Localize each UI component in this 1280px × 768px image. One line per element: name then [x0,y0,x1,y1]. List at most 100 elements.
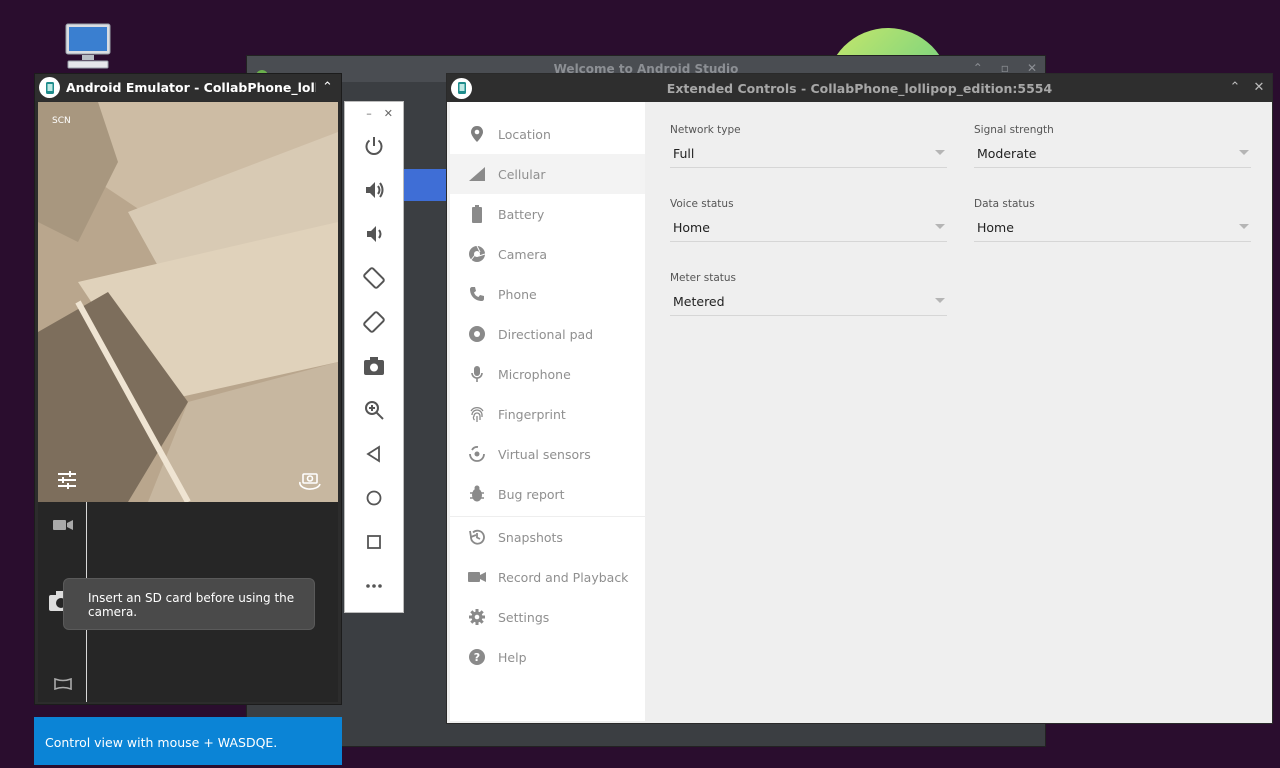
nav-label: Directional pad [498,326,594,342]
viewfinder-scene [38,102,338,502]
data-status-select[interactable]: Home [974,220,1251,242]
nav-label: Battery [498,206,545,222]
control-hint-banner: Control view with mouse + WASDQE. [34,717,342,765]
meter-status-value: Metered [673,294,725,309]
rotate-left-icon[interactable] [360,264,388,292]
sensors-icon [468,445,486,463]
dropdown-arrow-icon [1239,224,1249,229]
location-pin-icon [468,125,486,143]
nav-battery[interactable]: Battery [450,194,645,234]
close-icon[interactable]: ✕ [384,107,393,126]
nav-camera[interactable]: Camera [450,234,645,274]
scene-mode-label: SCN [52,116,71,126]
nav-phone[interactable]: Phone [450,274,645,314]
nav-label: Virtual sensors [498,446,591,462]
bug-icon [468,485,486,503]
home-icon[interactable] [360,484,388,512]
computer-desktop-icon[interactable] [62,22,114,70]
camera-viewfinder[interactable]: SCN [38,102,338,502]
fingerprint-icon [468,405,486,423]
power-icon[interactable] [360,132,388,160]
network-type-label: Network type [670,124,741,136]
switch-camera-icon[interactable] [298,470,322,494]
phone-icon [468,285,486,303]
nav-help[interactable]: ? Help [450,637,645,677]
extended-controls-sidebar: Location Cellular Battery Camera Phone D… [450,102,645,721]
overview-icon[interactable] [360,528,388,556]
back-icon[interactable] [360,440,388,468]
nav-label: Help [498,649,527,665]
svg-text:?: ? [474,651,480,664]
dropdown-arrow-icon [935,224,945,229]
voice-status-select[interactable]: Home [670,220,947,242]
panorama-mode-icon[interactable] [54,675,72,694]
voice-status-value: Home [673,220,710,235]
meter-status-label: Meter status [670,272,737,284]
nav-cellular[interactable]: Cellular [450,154,645,194]
network-type-select[interactable]: Full [670,146,947,168]
dropdown-arrow-icon [1239,150,1249,155]
nav-label: Bug report [498,486,565,502]
nav-label: Fingerprint [498,406,566,422]
video-mode-icon[interactable] [53,517,73,536]
sd-card-toast: Insert an SD card before using the camer… [63,578,315,630]
signal-strength-label: Signal strength [974,124,1054,136]
nav-label: Microphone [498,366,571,382]
nav-microphone[interactable]: Microphone [450,354,645,394]
data-status-field: Data status Home [974,198,1251,242]
signal-strength-value: Moderate [977,146,1037,161]
data-status-label: Data status [974,198,1035,210]
meter-status-field: Meter status Metered [670,272,947,316]
extended-controls-titlebar: Extended Controls - CollabPhone_lollipop… [447,74,1272,102]
signal-strength-field: Signal strength Moderate [974,124,1251,168]
network-type-field: Network type Full [670,124,947,168]
voice-status-label: Voice status [670,198,734,210]
chevron-up-icon[interactable]: ⌃ [322,80,333,95]
window-close-icon[interactable]: ✕ [1252,80,1266,95]
volume-up-icon[interactable] [360,176,388,204]
voice-status-field: Voice status Home [670,198,947,242]
nav-directional-pad[interactable]: Directional pad [450,314,645,354]
emulator-window: Android Emulator - CollabPhone_lollipop_… [34,73,342,705]
cellular-panel: Network type Full Signal strength Modera… [645,102,1270,721]
rotate-right-icon[interactable] [360,308,388,336]
videocam-icon [468,568,486,586]
dpad-icon [468,325,486,343]
screenshot-camera-icon[interactable] [360,352,388,380]
extended-controls-title: Extended Controls - CollabPhone_lollipop… [666,80,1053,96]
nav-label: Phone [498,286,537,302]
signal-strength-select[interactable]: Moderate [974,146,1251,168]
nav-virtual-sensors[interactable]: Virtual sensors [450,434,645,474]
emulator-toolbar: – ✕ [344,101,404,613]
nav-record-and-playback[interactable]: Record and Playback [450,557,645,597]
extended-controls-window: Extended Controls - CollabPhone_lollipop… [446,73,1273,724]
help-icon: ? [468,648,486,666]
emulator-titlebar: Android Emulator - CollabPhone_lollipop_… [35,74,341,101]
dropdown-arrow-icon [935,298,945,303]
microphone-icon [468,365,486,383]
collapse-icon[interactable]: ⌃ [1228,80,1242,95]
more-icon[interactable] [360,572,388,600]
device-screen[interactable]: SCN Insert an SD card before using the c… [38,102,338,702]
nav-snapshots[interactable]: Snapshots [450,517,645,557]
nav-bug-report[interactable]: Bug report [450,474,645,514]
nav-label: Location [498,126,551,142]
gear-icon [468,608,486,626]
nav-fingerprint[interactable]: Fingerprint [450,394,645,434]
emulator-app-icon [39,77,60,98]
nav-location[interactable]: Location [450,114,645,154]
camera-settings-icon[interactable] [56,469,78,495]
signal-icon [468,165,486,183]
volume-down-icon[interactable] [360,220,388,248]
nav-label: Settings [498,609,550,625]
nav-settings[interactable]: Settings [450,597,645,637]
history-icon [468,528,486,546]
nav-label: Camera [498,246,548,262]
minimize-icon[interactable]: – [366,107,372,126]
nav-label: Snapshots [498,529,563,545]
zoom-icon[interactable] [360,396,388,424]
meter-status-select[interactable]: Metered [670,294,947,316]
nav-label: Cellular [498,166,546,182]
emulator-title: Android Emulator - CollabPhone_lollipop_… [66,80,316,95]
data-status-value: Home [977,220,1014,235]
